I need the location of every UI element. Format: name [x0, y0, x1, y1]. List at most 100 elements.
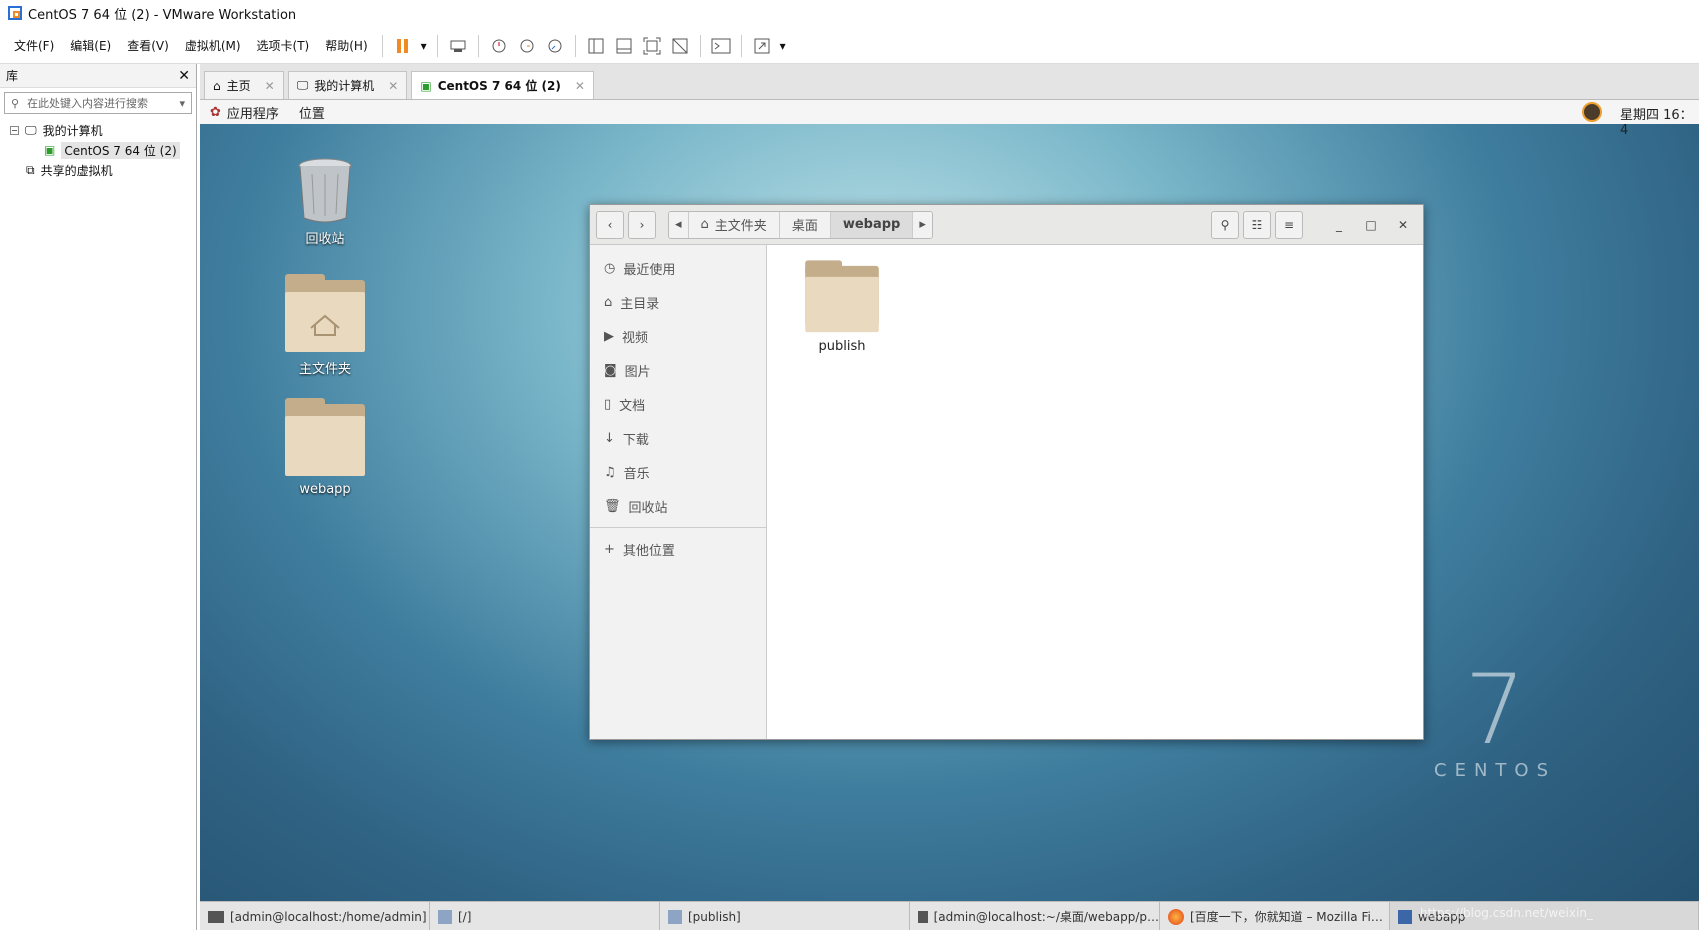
minimize-button[interactable]: _: [1325, 211, 1353, 239]
files-icon: [438, 909, 452, 924]
snapshot-icon[interactable]: [485, 32, 513, 60]
menu-button[interactable]: ≡: [1275, 210, 1303, 239]
guest-screen[interactable]: ✿ 应用程序 位置 星期四 16：4 回收站 主文件夹 webapp ‹ › ◂…: [200, 100, 1699, 930]
file-item-publish[interactable]: publish: [797, 260, 887, 354]
collapse-icon[interactable]: −: [10, 125, 19, 135]
tab-label: CentOS 7 64 位 (2): [437, 79, 561, 93]
breadcrumb-scroll-right-icon[interactable]: ▸: [913, 211, 932, 238]
files-icon: [1398, 909, 1412, 924]
tab-label: 我的计算机: [314, 79, 375, 93]
show-library-icon[interactable]: [582, 32, 610, 60]
pause-icon[interactable]: [389, 32, 417, 60]
menu-tabs[interactable]: 选项卡(T): [249, 37, 318, 54]
library-title: 库: [6, 69, 19, 83]
tree-label: 我的计算机: [42, 123, 103, 138]
task-label: [百度一下，你就知道 – Mozilla Fi…: [1190, 910, 1383, 924]
close-tab-icon[interactable]: ✕: [265, 79, 275, 93]
desktop-label: webapp: [299, 482, 351, 497]
menu-toolbar: 文件(F) 编辑(E) 查看(V) 虚拟机(M) 选项卡(T) 帮助(H) ▾ …: [0, 28, 1699, 64]
send-keys-icon[interactable]: [444, 32, 472, 60]
tree-item-vm[interactable]: ▣ CentOS 7 64 位 (2): [10, 140, 196, 160]
search-icon: ⚲: [11, 96, 20, 110]
breadcrumb: ◂ ⌂ 主文件夹 桌面 webapp ▸: [668, 210, 933, 239]
window-titlebar: CentOS 7 64 位 (2) - VMware Workstation: [0, 0, 1699, 26]
stretch-dropdown-icon[interactable]: ▾: [776, 32, 790, 60]
tree-item-my-computer[interactable]: − 🖵 我的计算机: [10, 120, 196, 140]
tab-home[interactable]: ⌂ 主页 ✕: [204, 71, 284, 99]
close-icon[interactable]: ✕: [178, 68, 190, 84]
files-view[interactable]: publish: [767, 245, 1423, 739]
breadcrumb-scroll-left-icon[interactable]: ◂: [669, 211, 689, 238]
task-firefox[interactable]: [百度一下，你就知道 – Mozilla Fi…: [1160, 902, 1390, 930]
gnome-places-menu[interactable]: 位置: [299, 103, 325, 122]
toolbar-divider: [381, 34, 383, 57]
menu-file[interactable]: 文件(F): [6, 37, 62, 54]
back-button[interactable]: ‹: [596, 210, 624, 239]
sidebar-item-pictures[interactable]: ◙ 图片: [590, 353, 766, 387]
vm-running-icon: ▣: [420, 78, 432, 93]
breadcrumb-home[interactable]: ⌂ 主文件夹: [688, 211, 780, 238]
menu-edit[interactable]: 编辑(E): [62, 37, 119, 54]
task-terminal-2[interactable]: [admin@localhost:~/桌面/webapp/p…: [910, 902, 1160, 930]
sidebar-item-home[interactable]: ⌂ 主目录: [590, 285, 766, 319]
unity-icon[interactable]: [666, 32, 694, 60]
sidebar-item-trash[interactable]: 🗑 回收站: [590, 489, 766, 523]
task-label: [admin@localhost:~/桌面/webapp/p…: [933, 910, 1159, 924]
sidebar-item-documents[interactable]: ▯ 文档: [590, 387, 766, 421]
shared-vm-icon: ⧉: [26, 162, 35, 177]
breadcrumb-webapp[interactable]: webapp: [830, 211, 914, 238]
desktop-webapp-folder[interactable]: webapp: [270, 398, 380, 497]
task-label: [publish]: [688, 909, 741, 924]
task-files-publish[interactable]: [publish]: [660, 902, 910, 930]
file-item-name: publish: [818, 339, 866, 354]
gnome-apps-menu[interactable]: ✿ 应用程序: [210, 103, 279, 122]
stretch-icon[interactable]: [748, 32, 776, 60]
search-button[interactable]: ⚲: [1211, 210, 1239, 239]
files-sidebar: ◷ 最近使用 ⌂ 主目录 ▶ 视频 ◙ 图片 ▯ 文档 ↓ 下载 ♫ 音乐 🗑 回收站 + 其他位…: [590, 245, 767, 739]
console-icon[interactable]: [707, 32, 735, 60]
crumb-label: 主文件夹: [714, 219, 767, 234]
breadcrumb-desktop[interactable]: 桌面: [779, 211, 831, 238]
chevron-down-icon[interactable]: ▾: [179, 97, 185, 110]
toolbar-divider: [574, 34, 576, 57]
sidebar-item-downloads[interactable]: ↓ 下载: [590, 421, 766, 455]
list-view-icon: ☷: [1251, 217, 1263, 232]
home-icon: ⌂: [700, 217, 709, 232]
forward-button[interactable]: ›: [628, 210, 656, 239]
thumbnail-bar-icon[interactable]: [610, 32, 638, 60]
user-avatar-icon[interactable]: [1582, 102, 1602, 122]
clock[interactable]: 星期四 16：4: [1620, 104, 1699, 138]
menu-view[interactable]: 查看(V): [119, 37, 177, 54]
snapshot-manager-icon[interactable]: [541, 32, 569, 60]
sidebar-item-videos[interactable]: ▶ 视频: [590, 319, 766, 353]
close-button[interactable]: ✕: [1389, 211, 1417, 239]
sidebar-divider: [590, 527, 766, 528]
menu-vm[interactable]: 虚拟机(M): [177, 37, 249, 54]
sidebar-label: 视频: [622, 330, 649, 346]
tab-centos-vm[interactable]: ▣ CentOS 7 64 位 (2) ✕: [411, 71, 594, 99]
centos-numeral: 7: [1464, 654, 1526, 766]
fullscreen-icon[interactable]: [638, 32, 666, 60]
pause-dropdown-icon[interactable]: ▾: [417, 32, 431, 60]
video-icon: ▶: [604, 328, 614, 344]
toolbar-divider: [436, 34, 438, 57]
trash-icon: [298, 158, 352, 223]
maximize-button[interactable]: □: [1357, 211, 1385, 239]
close-tab-icon[interactable]: ✕: [388, 79, 398, 93]
desktop-home-folder[interactable]: 主文件夹: [270, 274, 380, 377]
sidebar-item-recent[interactable]: ◷ 最近使用: [590, 251, 766, 285]
tab-my-computer[interactable]: 🖵 我的计算机 ✕: [287, 71, 408, 99]
sidebar-item-music[interactable]: ♫ 音乐: [590, 455, 766, 489]
revert-snapshot-icon[interactable]: [513, 32, 541, 60]
desktop-trash[interactable]: 回收站: [270, 156, 380, 247]
task-terminal-1[interactable]: [admin@localhost:/home/admin]: [200, 902, 430, 930]
sidebar-label: 回收站: [628, 500, 668, 516]
tree-item-shared-vms[interactable]: ⧉ 共享的虚拟机: [10, 160, 196, 180]
toolbar-divider: [699, 34, 701, 57]
menu-help[interactable]: 帮助(H): [317, 37, 375, 54]
sidebar-item-other-locations[interactable]: + 其他位置: [590, 532, 766, 566]
view-toggle-button[interactable]: ☷: [1243, 210, 1271, 239]
library-search-input[interactable]: ⚲ 在此处键入内容进行搜索 ▾: [4, 92, 192, 114]
close-tab-icon[interactable]: ✕: [575, 79, 585, 93]
task-files-root[interactable]: [/]: [430, 902, 660, 930]
